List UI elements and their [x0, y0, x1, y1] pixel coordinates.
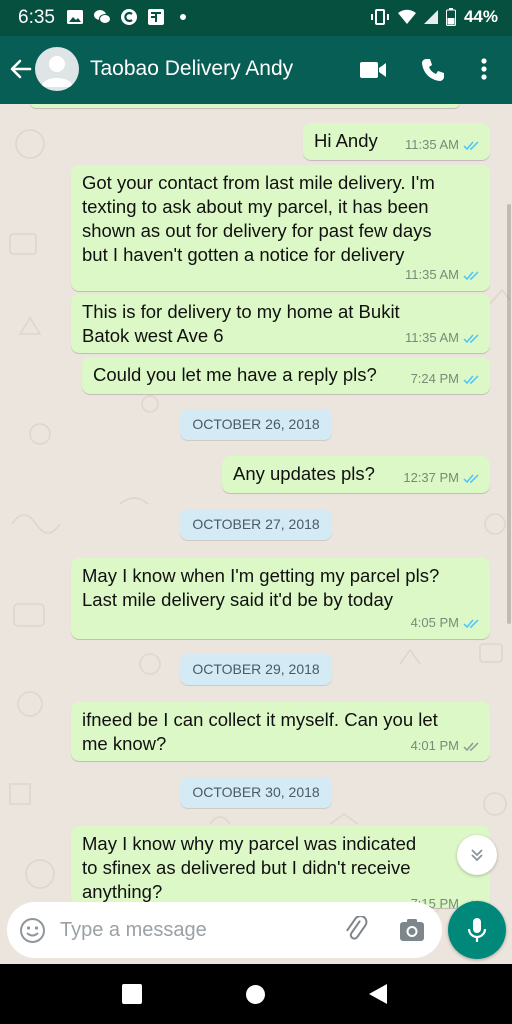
message-list[interactable]: Hi Andy 11:35 AM Got your contact from l…	[0, 104, 512, 964]
message-time: 12:37 PM	[403, 470, 459, 485]
message-time: 11:35 AM	[405, 267, 459, 282]
system-navigation-bar	[0, 964, 512, 1024]
dot-notification-icon	[180, 14, 186, 20]
chat-header: Taobao Delivery Andy	[0, 36, 512, 104]
chevron-double-down-icon	[471, 849, 483, 862]
read-receipt-icon	[463, 473, 479, 483]
message-time: 11:35 AM	[405, 330, 459, 345]
message-meta: 11:35 AM	[405, 326, 481, 350]
message-composer	[7, 902, 442, 958]
message-text: Could you let me have a reply pls?	[93, 364, 377, 385]
scrollbar[interactable]	[507, 204, 511, 624]
cellular-signal-icon	[423, 10, 438, 24]
camera-icon[interactable]	[399, 917, 425, 943]
message-text: Any updates pls?	[233, 463, 375, 484]
message-bubble[interactable]: Hi Andy 11:35 AM	[303, 123, 490, 160]
st-notification-icon	[148, 9, 164, 25]
read-receipt-icon	[463, 618, 479, 628]
date-separator: OCTOBER 30, 2018	[180, 777, 332, 808]
arrow-left-icon[interactable]	[8, 56, 34, 82]
message-bubble[interactable]: Any updates pls? 12:37 PM	[222, 456, 490, 493]
gallery-notification-icon	[67, 10, 83, 24]
message-meta: 7:24 PM	[411, 367, 481, 391]
message-text: May I know when I'm getting my parcel pl…	[82, 565, 440, 610]
contact-avatar[interactable]	[35, 47, 79, 91]
circle-c-notification-icon	[121, 9, 137, 25]
message-meta: 4:01 PM	[411, 734, 481, 758]
read-receipt-icon	[463, 270, 479, 280]
emoji-icon[interactable]	[19, 917, 46, 944]
contact-name[interactable]: Taobao Delivery Andy	[90, 57, 293, 81]
home-button[interactable]	[246, 985, 265, 1004]
message-meta: 4:05 PM	[411, 611, 481, 635]
message-text: ifneed be I can collect it myself. Can y…	[82, 709, 438, 754]
paperclip-icon[interactable]	[343, 916, 371, 944]
message-time: 4:01 PM	[410, 738, 459, 753]
vibrate-icon	[370, 9, 389, 25]
nav-back-icon[interactable]	[368, 983, 388, 1005]
message-time: 4:05 PM	[410, 615, 459, 630]
battery-percentage: 44%	[463, 7, 498, 26]
message-input[interactable]	[60, 916, 320, 944]
date-separator: OCTOBER 27, 2018	[180, 509, 332, 540]
recents-button[interactable]	[122, 984, 142, 1004]
wechat-notification-icon	[94, 10, 111, 24]
system-status-icons: 44%	[370, 7, 498, 27]
message-meta: 11:35 AM	[405, 263, 481, 287]
default-avatar-icon	[41, 56, 73, 87]
message-text: May I know why my parcel was indicated to…	[82, 833, 417, 902]
message-bubble[interactable]: Got your contact from last mile delivery…	[71, 165, 490, 291]
voice-message-button[interactable]	[448, 901, 506, 959]
message-bubble[interactable]: May I know why my parcel was indicated to…	[71, 826, 490, 908]
date-separator: OCTOBER 26, 2018	[180, 409, 332, 440]
read-receipt-icon	[463, 140, 479, 150]
status-time: 6:35	[18, 7, 55, 28]
message-bubble[interactable]: Could you let me have a reply pls? 7:24 …	[82, 357, 490, 394]
wifi-icon	[397, 9, 416, 24]
battery-icon	[445, 8, 456, 26]
message-text: Hi Andy	[314, 130, 378, 151]
message-text: Got your contact from last mile delivery…	[82, 172, 435, 265]
date-separator: OCTOBER 29, 2018	[180, 654, 332, 685]
message-bubble[interactable]: ifneed be I can collect it myself. Can y…	[71, 702, 490, 761]
message-time: 11:35 AM	[405, 137, 459, 152]
notification-icons	[66, 8, 192, 26]
scroll-to-bottom-button[interactable]	[457, 835, 497, 875]
status-bar: 6:35 44%	[0, 0, 512, 36]
mic-icon	[467, 918, 487, 942]
message-time: 7:24 PM	[410, 371, 459, 386]
delivered-receipt-icon	[463, 741, 479, 751]
message-text: This is for delivery to my home at Bukit…	[82, 301, 400, 346]
message-bubble-partial	[30, 104, 460, 108]
video-call-icon[interactable]	[359, 59, 387, 81]
read-receipt-icon	[463, 333, 479, 343]
message-meta: 11:35 AM	[405, 133, 481, 157]
message-bubble[interactable]: May I know when I'm getting my parcel pl…	[71, 558, 490, 639]
phone-icon[interactable]	[420, 57, 446, 83]
message-meta: 12:37 PM	[403, 466, 481, 490]
read-receipt-icon	[463, 374, 479, 384]
message-bubble[interactable]: This is for delivery to my home at Bukit…	[71, 294, 490, 353]
more-vertical-icon[interactable]	[474, 56, 494, 82]
